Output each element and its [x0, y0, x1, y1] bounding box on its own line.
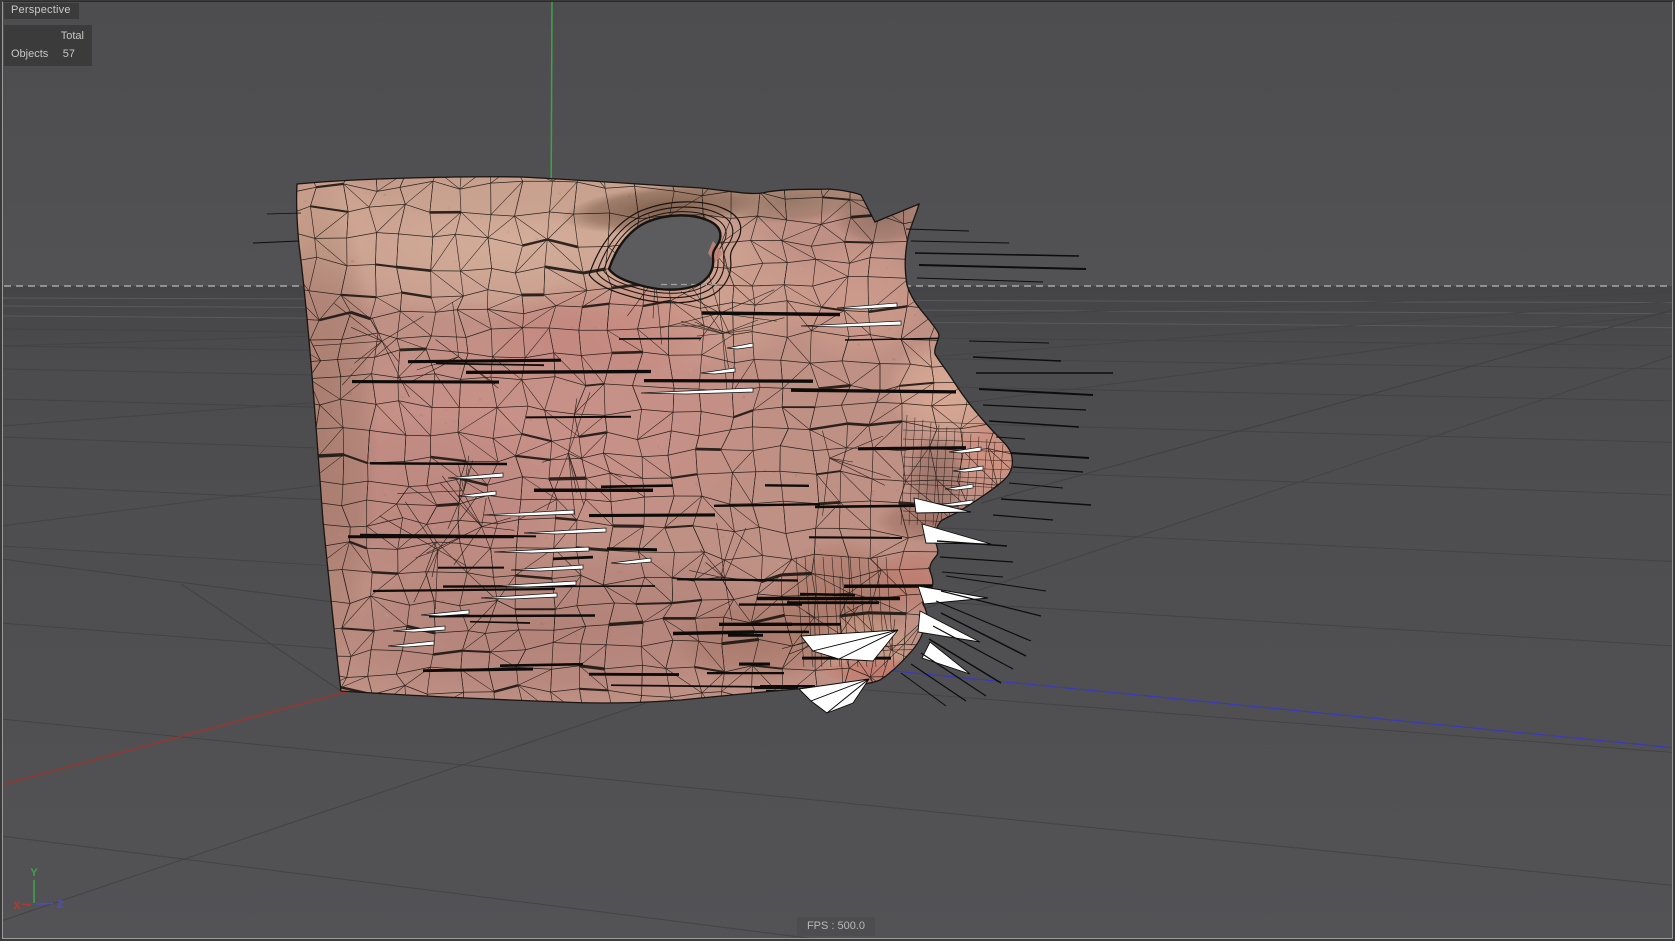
gizmo-z-axis	[35, 902, 54, 905]
gizmo-z-label: Z	[57, 899, 64, 911]
stats-panel: Total Objects 57	[4, 25, 92, 66]
scene-canvas[interactable]	[2, 1, 1673, 939]
viewport-3d[interactable]	[2, 1, 1673, 939]
gizmo-x-label: X	[13, 900, 21, 912]
stats-total-header: Total	[60, 30, 84, 42]
fps-label: FPS : 500.0	[796, 917, 876, 936]
application-window: Perspective Total Objects 57 Y X Z FPS :…	[0, 0, 1675, 941]
gizmo-y-label: Y	[30, 867, 38, 879]
stats-empty-cell	[4, 27, 59, 45]
stats-objects-count: 57	[62, 48, 75, 60]
camera-label-text: Perspective	[11, 4, 71, 16]
axis-gizmo: Y X Z	[13, 867, 64, 912]
viewport-camera-label[interactable]: Perspective	[4, 3, 79, 19]
gizmo-x-axis	[21, 903, 32, 906]
stats-objects-label: Objects	[11, 48, 49, 60]
